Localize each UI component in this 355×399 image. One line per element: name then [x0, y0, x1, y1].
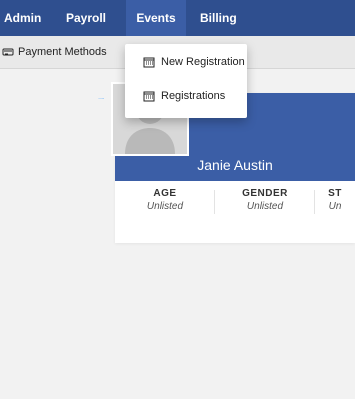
nav-payroll-label: Payroll: [66, 11, 107, 25]
nav-payroll[interactable]: Payroll: [66, 0, 112, 36]
menu-item-registrations-label: Registrations: [161, 90, 226, 102]
events-dropdown-menu: New Registration Registrations: [125, 44, 247, 118]
stat-age-value: Unlisted: [146, 201, 184, 212]
pointer-arrow: [98, 98, 104, 99]
nav-events-label: Events: [136, 11, 176, 25]
stat-status-value: Un: [328, 201, 342, 212]
nav-admin[interactable]: Admin: [4, 0, 48, 36]
nav-billing[interactable]: Billing: [200, 0, 240, 36]
top-navigation-bar: Admin Payroll Events Billing: [0, 0, 355, 36]
stat-gender-label: GENDER: [242, 188, 288, 199]
profile-name: Janie Austin: [197, 157, 273, 173]
stat-gender: GENDER Unlisted: [215, 188, 315, 214]
menu-item-new-registration-label: New Registration: [161, 56, 245, 68]
payment-methods-icon: [2, 46, 14, 58]
menu-item-registrations[interactable]: Registrations: [125, 82, 247, 110]
nav-events[interactable]: Events: [126, 0, 186, 36]
menu-item-new-registration[interactable]: New Registration: [125, 48, 247, 76]
profile-stats: AGE Unlisted GENDER Unlisted ST Un: [115, 188, 355, 218]
stat-age-label: AGE: [153, 188, 177, 199]
subnav-payment-methods-label: Payment Methods: [18, 46, 107, 58]
nav-admin-label: Admin: [4, 11, 42, 25]
stat-status: ST Un: [315, 188, 355, 212]
nav-billing-label: Billing: [200, 11, 237, 25]
stat-age: AGE Unlisted: [115, 188, 215, 214]
calendar-icon: [143, 56, 155, 68]
subnav-payment-methods[interactable]: Payment Methods: [2, 36, 107, 68]
stat-status-label: ST: [328, 188, 342, 199]
calendar-icon: [143, 90, 155, 102]
stat-gender-value: Unlisted: [246, 201, 284, 212]
